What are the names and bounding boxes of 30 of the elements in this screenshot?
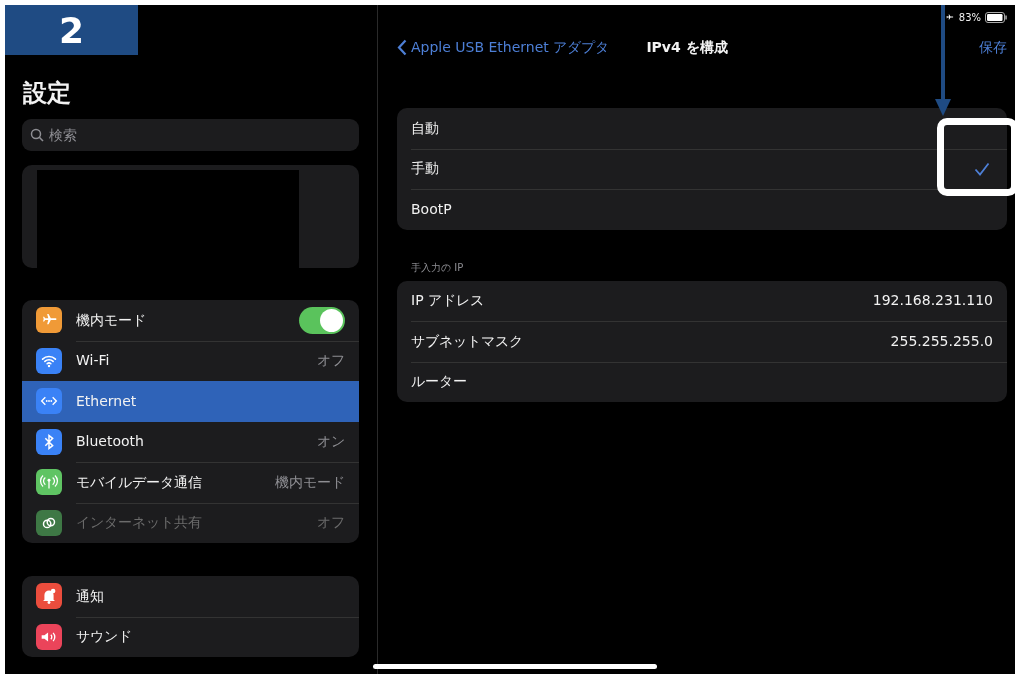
- item-value: オフ: [317, 513, 345, 533]
- toggle-switch[interactable]: [299, 306, 345, 334]
- item-value: 機内モード: [275, 472, 345, 492]
- battery-icon: [985, 12, 1007, 23]
- sidebar-item[interactable]: サウンド: [22, 616, 359, 657]
- settings-title: 設定: [23, 78, 72, 109]
- sidebar-item[interactable]: Wi-Fi オフ: [22, 340, 359, 381]
- back-button[interactable]: Apple USB Ethernet アダプタ: [397, 37, 610, 58]
- field-label: ルーター: [411, 372, 468, 392]
- field-value[interactable]: 255.255.255.0: [890, 330, 993, 352]
- field-label: IP アドレス: [411, 291, 486, 311]
- option-item[interactable]: BootP: [397, 189, 1007, 230]
- field-label: サブネットマスク: [411, 331, 524, 351]
- item-value: オフ: [317, 351, 345, 371]
- field-value[interactable]: 192.168.231.110: [872, 290, 993, 312]
- sidebar-item[interactable]: Ethernet: [22, 381, 359, 422]
- item-value: オン: [317, 432, 345, 452]
- page-title: IPv4 を構成: [646, 39, 728, 55]
- battery-percentage: 83%: [958, 11, 981, 25]
- sidebar-item[interactable]: 通知: [22, 576, 359, 617]
- sidebar-item[interactable]: モバイルデータ通信 機内モード: [22, 462, 359, 503]
- option-item[interactable]: 自動: [397, 108, 1007, 149]
- section-header: 手入力の IP: [411, 260, 465, 275]
- step-badge: 2: [5, 5, 138, 55]
- sidebar-item[interactable]: Bluetooth オン: [22, 421, 359, 462]
- option-item[interactable]: 手動: [397, 148, 1007, 189]
- save-button[interactable]: 保存: [979, 37, 1007, 58]
- sidebar-item[interactable]: 機内モード: [22, 300, 359, 341]
- chevron-left-icon: [397, 39, 407, 56]
- search-field[interactable]: 検索: [22, 119, 359, 151]
